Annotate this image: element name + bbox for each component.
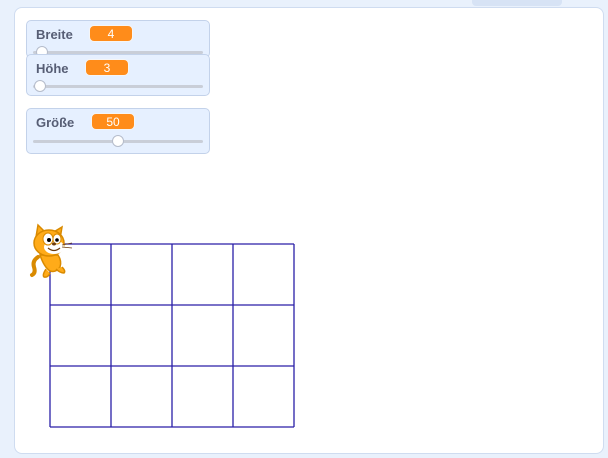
monitor-groesse: Größe 50 (26, 108, 210, 154)
hoehe-slider-thumb[interactable] (33, 80, 46, 92)
monitor-hoehe-value: 3 (85, 59, 129, 76)
header-tab-edge (472, 0, 562, 6)
monitor-breite-label: Breite (36, 27, 73, 42)
monitor-groesse-value: 50 (91, 113, 135, 130)
stage[interactable]: Breite 4 Höhe 3 Größe 50 (14, 7, 604, 454)
monitor-hoehe-label: Höhe (36, 61, 69, 76)
hoehe-slider-track[interactable] (33, 85, 203, 88)
monitor-breite: Breite 4 (26, 20, 210, 58)
monitor-groesse-label: Größe (36, 115, 75, 130)
groesse-slider-thumb[interactable] (112, 135, 124, 147)
scratch-cat-sprite[interactable] (24, 221, 76, 279)
monitor-hoehe: Höhe 3 (26, 54, 210, 96)
monitor-breite-value: 4 (89, 25, 133, 42)
